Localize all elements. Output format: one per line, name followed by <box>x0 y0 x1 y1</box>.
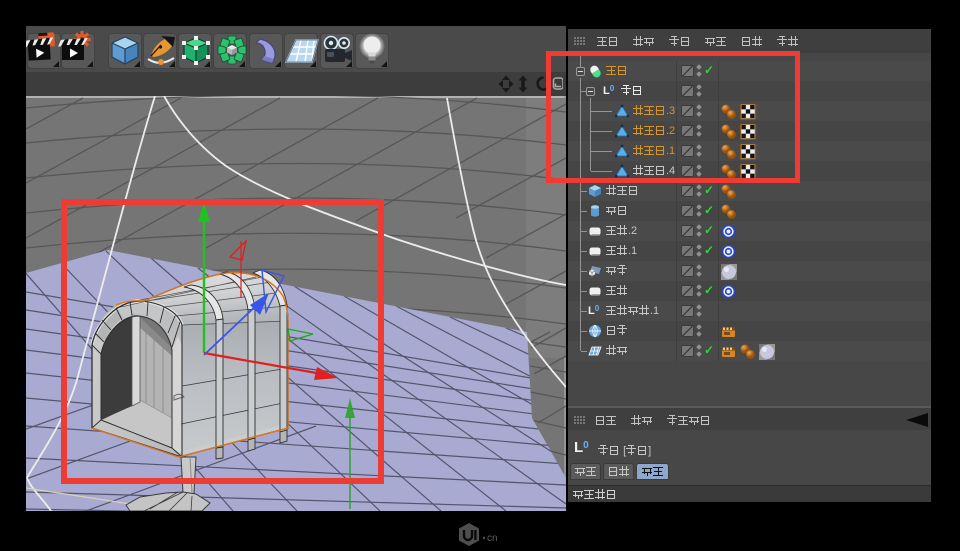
svg-text:cn: cn <box>487 533 498 544</box>
